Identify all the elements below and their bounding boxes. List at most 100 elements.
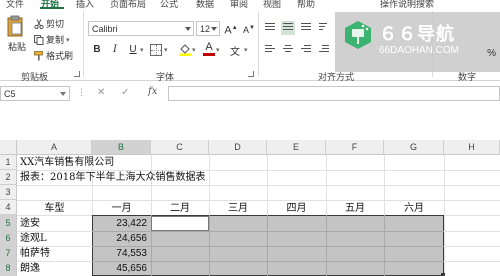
cell-jan-value[interactable]: 23,422 xyxy=(92,216,147,231)
align-right-icon[interactable] xyxy=(299,43,313,57)
column-header-e[interactable]: E xyxy=(267,140,326,155)
format-painter-button[interactable]: 格式刷 xyxy=(34,49,73,62)
gridline xyxy=(17,185,500,186)
scissors-icon xyxy=(34,18,44,29)
copy-icon xyxy=(34,34,44,45)
site-watermark: ６６导航 66DAOHAN.COM % xyxy=(335,12,500,72)
font-color-button[interactable]: A xyxy=(202,41,216,56)
align-left-icon[interactable] xyxy=(263,43,277,57)
formula-bar: C5 ⋮ ✕ ✓ fx xyxy=(0,84,500,102)
phonetic-dropdown-icon[interactable]: ▾ xyxy=(244,46,248,54)
cell-a2[interactable]: 报表：2018年下半年上海大众销售数据表 xyxy=(20,170,205,185)
font-launcher-icon[interactable] xyxy=(248,71,254,77)
cell-model[interactable]: 朗逸 xyxy=(20,261,40,276)
name-box[interactable]: C5 xyxy=(0,86,70,101)
row-header-8[interactable]: 8 xyxy=(0,261,17,276)
watermark-logo-icon xyxy=(345,21,371,49)
worksheet-grid[interactable]: A B C D E F G H 1 2 3 4 5 6 7 8 XX汽车销售有限… xyxy=(0,140,500,276)
formula-input[interactable] xyxy=(168,86,500,101)
cell-model[interactable]: 途观L xyxy=(20,231,47,246)
borders-dropdown-icon[interactable]: ▾ xyxy=(164,46,168,54)
cell-jan-value[interactable]: 45,656 xyxy=(92,261,147,276)
cell-jan-value[interactable]: 74,553 xyxy=(92,246,147,261)
header-model[interactable]: 车型 xyxy=(17,201,92,216)
font-color-swatch xyxy=(203,53,215,56)
cancel-entry-icon[interactable]: ✕ xyxy=(97,87,105,98)
active-cell-c5[interactable] xyxy=(151,216,209,231)
group-divider xyxy=(83,11,84,77)
chevron-down-icon xyxy=(60,92,66,96)
clipboard-launcher-icon[interactable] xyxy=(74,71,80,77)
cell-model[interactable]: 途安 xyxy=(20,216,40,231)
column-header-h[interactable]: H xyxy=(444,140,500,155)
confirm-entry-icon[interactable]: ✓ xyxy=(121,87,129,98)
insert-function-icon[interactable]: fx xyxy=(148,86,157,97)
font-color-letter: A xyxy=(205,41,213,53)
header-feb[interactable]: 二月 xyxy=(151,201,209,216)
fill-color-icon[interactable] xyxy=(178,42,192,56)
phonetic-guide-icon[interactable]: 文 xyxy=(230,43,242,58)
header-mar[interactable]: 三月 xyxy=(209,201,267,216)
row-header-5[interactable]: 5 xyxy=(0,215,17,231)
row-header-2[interactable]: 2 xyxy=(0,170,17,185)
font-group-label: 字体 xyxy=(156,72,175,82)
copy-dropdown-icon[interactable]: ▾ xyxy=(66,36,70,44)
shrink-font-button[interactable]: A▼ xyxy=(242,21,256,35)
font-size-value: 12 xyxy=(200,24,211,34)
paste-button[interactable]: 粘贴 xyxy=(8,40,26,53)
column-header-d[interactable]: D xyxy=(209,140,267,155)
italic-button[interactable]: I xyxy=(108,43,122,57)
indent-icon[interactable] xyxy=(317,43,331,57)
font-name-value: Calibri xyxy=(92,24,118,34)
ribbon: 粘贴 剪切 复制 ▾ 格式刷 剪贴板 Calibri 12 A▲ A▼ B I … xyxy=(0,9,500,82)
align-center-icon[interactable] xyxy=(281,43,295,57)
chevron-down-icon xyxy=(211,27,217,31)
clipboard-group-label: 剪贴板 xyxy=(21,72,49,82)
column-header-g[interactable]: G xyxy=(384,140,444,155)
cell-model[interactable]: 帕萨特 xyxy=(20,246,50,261)
grow-font-button[interactable]: A▲ xyxy=(224,21,238,37)
borders-icon[interactable] xyxy=(150,44,162,56)
row-header-6[interactable]: 6 xyxy=(0,231,17,246)
row-header-4[interactable]: 4 xyxy=(0,200,17,215)
align-middle-icon[interactable] xyxy=(281,21,295,35)
cut-button[interactable]: 剪切 xyxy=(34,17,64,30)
font-name-select[interactable]: Calibri xyxy=(88,21,194,36)
column-header-b[interactable]: B xyxy=(92,140,151,155)
gridline xyxy=(444,155,445,276)
paintbrush-icon xyxy=(34,50,43,60)
header-jun[interactable]: 六月 xyxy=(384,201,444,216)
select-all-corner[interactable] xyxy=(0,140,17,155)
header-jan[interactable]: 一月 xyxy=(92,201,151,216)
grow-font-label: A xyxy=(224,24,232,37)
bold-button[interactable]: B xyxy=(90,43,104,57)
column-header-f[interactable]: F xyxy=(326,140,384,155)
header-may[interactable]: 五月 xyxy=(326,201,384,216)
name-box-value: C5 xyxy=(4,89,16,99)
underline-dropdown-icon[interactable]: ▾ xyxy=(140,46,144,54)
percent-style-icon[interactable]: % xyxy=(487,48,496,59)
row-header-1[interactable]: 1 xyxy=(0,155,17,170)
format-painter-label: 格式刷 xyxy=(46,51,74,61)
fill-color-dropdown-icon[interactable]: ▾ xyxy=(192,46,196,54)
row-header-3[interactable]: 3 xyxy=(0,185,17,200)
cell-jan-value[interactable]: 24,656 xyxy=(92,231,147,246)
column-header-a[interactable]: A xyxy=(17,140,92,155)
underline-button[interactable]: U xyxy=(126,43,140,57)
paste-icon[interactable] xyxy=(6,15,24,37)
row-header-7[interactable]: 7 xyxy=(0,246,17,261)
cut-label: 剪切 xyxy=(46,19,65,29)
font-size-select[interactable]: 12 xyxy=(196,21,220,36)
column-header-c[interactable]: C xyxy=(151,140,209,155)
watermark-url: 66DAOHAN.COM xyxy=(379,45,460,56)
align-bottom-icon[interactable] xyxy=(299,21,313,35)
orientation-icon[interactable] xyxy=(317,21,331,35)
ribbon-spacer xyxy=(0,102,500,140)
ribbon-tabs: 文件 开始 插入 页面布局 公式 数据 审阅 视图 帮助 操作说明搜索 xyxy=(0,0,500,9)
cell-a1[interactable]: XX汽车销售有限公司 xyxy=(20,155,114,170)
header-apr[interactable]: 四月 xyxy=(267,201,326,216)
font-color-dropdown-icon[interactable]: ▾ xyxy=(216,46,220,54)
copy-label: 复制 xyxy=(46,35,65,45)
copy-button[interactable]: 复制 ▾ xyxy=(34,33,70,46)
align-top-icon[interactable] xyxy=(263,21,277,35)
